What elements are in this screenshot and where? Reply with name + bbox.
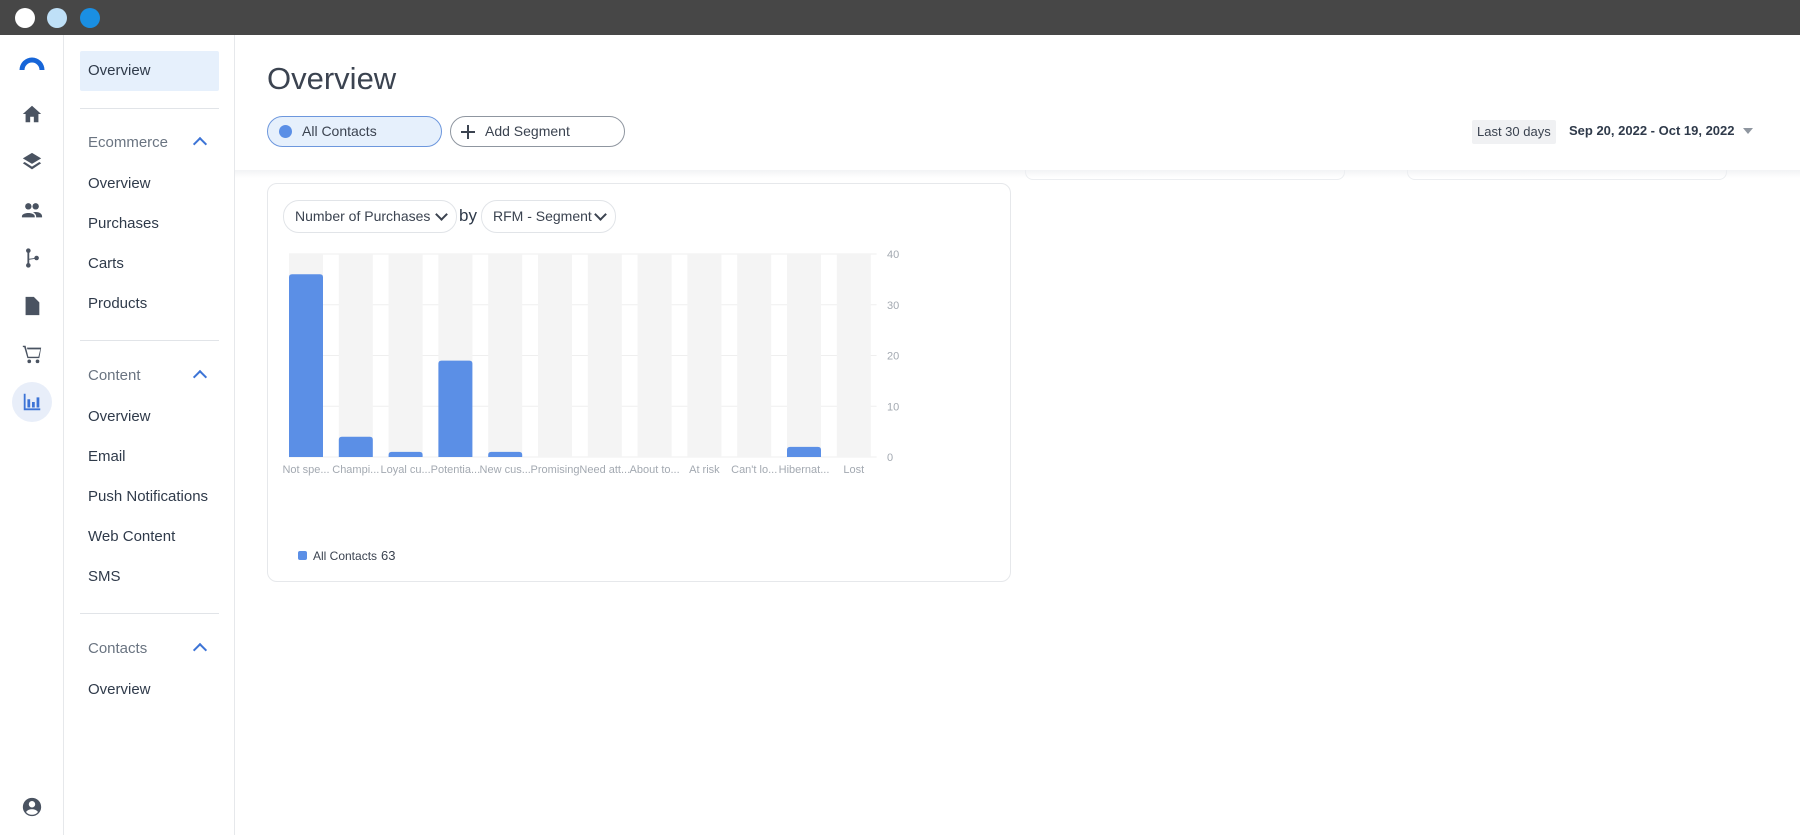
chart-card: Number of Purchases by RFM - Segment Not… (267, 183, 1011, 582)
bar-track (836, 254, 871, 457)
bar (388, 451, 423, 457)
x-tick-label: Lost (843, 464, 864, 476)
bar-track (687, 254, 722, 457)
x-tick-label: Can't lo... (731, 464, 777, 476)
bar (787, 446, 821, 457)
nav-section-ecommerce[interactable]: Ecommerce (80, 128, 219, 158)
add-segment-button[interactable]: Add Segment (450, 116, 625, 147)
y-tick-label: 30 (887, 300, 899, 312)
y-tick-label: 10 (887, 401, 899, 413)
nav-content-overview[interactable]: Overview (80, 397, 219, 437)
legend-label: All Contacts (313, 549, 378, 563)
x-tick-label: About to... (630, 464, 680, 476)
x-tick-label: Hibernat... (779, 464, 830, 476)
x-tick-label: Potentia... (431, 464, 481, 476)
nav-content-push-notifications[interactable]: Push Notifications (80, 477, 219, 517)
bar-track (587, 254, 622, 457)
nav-section-title: Content (88, 367, 141, 384)
x-tick-label: New cus... (480, 464, 531, 476)
nav-divider (80, 340, 219, 341)
nav-content-web-content[interactable]: Web Content (80, 517, 219, 557)
nav-ecommerce-products[interactable]: Products (80, 284, 219, 324)
segment-label: All Contacts (302, 123, 377, 139)
people-icon[interactable] (12, 190, 52, 230)
main-content: Overview All Contacts Add Segment Last 3… (235, 35, 1800, 835)
caret-down-icon[interactable] (1743, 128, 1753, 134)
nav-section-title: Ecommerce (88, 134, 169, 151)
date-range-preset[interactable]: Last 30 days (1472, 120, 1556, 144)
layers-icon[interactable] (12, 142, 52, 182)
bar-track (538, 254, 572, 457)
card-edge (1025, 170, 1345, 180)
x-tick-label: Need att... (579, 464, 630, 476)
segment-all-contacts[interactable]: All Contacts (267, 116, 442, 147)
window-close-dot[interactable] (15, 8, 35, 28)
flow-icon[interactable] (12, 238, 52, 278)
bar (338, 436, 373, 457)
chevron-up-icon (192, 369, 208, 385)
nav-contacts-overview[interactable]: Overview (80, 670, 219, 710)
bar (488, 451, 523, 457)
legend-total: 63 (381, 548, 396, 563)
nav-ecommerce-overview[interactable]: Overview (80, 164, 219, 204)
bar-track (388, 254, 423, 457)
bar-track (488, 254, 523, 457)
bar-track (737, 254, 772, 457)
legend-swatch (298, 551, 307, 560)
window-minimize-dot[interactable] (47, 8, 67, 28)
segment-color-dot (279, 125, 292, 138)
bar-track (787, 254, 821, 457)
y-tick-label: 40 (887, 249, 899, 261)
cart-icon[interactable] (12, 334, 52, 374)
icon-rail (0, 35, 64, 835)
chart-legend[interactable]: All Contacts 63 (298, 548, 396, 563)
home-icon[interactable] (12, 94, 52, 134)
nav-ecommerce-carts[interactable]: Carts (80, 244, 219, 284)
plus-icon (461, 125, 475, 139)
y-tick-label: 0 (887, 452, 893, 464)
nav-content-email[interactable]: Email (80, 437, 219, 477)
chart-icon[interactable] (12, 382, 52, 422)
document-icon[interactable] (12, 286, 52, 326)
x-tick-label: At risk (689, 464, 720, 476)
card-edge (1407, 170, 1727, 180)
bar (289, 274, 323, 457)
x-tick-label: Champi... (332, 464, 379, 476)
bar-track (338, 254, 373, 457)
bar-chart: Not spe... Champi... Loyal cu... Potentia..… (282, 249, 899, 476)
nav-divider (80, 108, 219, 109)
chevron-up-icon (192, 136, 208, 152)
page-title: Overview (267, 61, 397, 96)
chevron-up-icon (192, 642, 208, 658)
window-maximize-dot[interactable] (80, 8, 100, 28)
nav-section-content[interactable]: Content (80, 361, 219, 391)
x-tick-label: Promising (531, 464, 580, 476)
secondary-nav: Overview Ecommerce Overview Purchases Ca… (64, 35, 235, 835)
window-titlebar (0, 0, 1800, 35)
account-icon[interactable] (12, 787, 52, 827)
nav-divider (80, 613, 219, 614)
bar (438, 360, 473, 457)
y-tick-label: 20 (887, 351, 899, 363)
nav-content-sms[interactable]: SMS (80, 557, 219, 597)
nav-section-contacts[interactable]: Contacts (80, 634, 219, 664)
bar-track (637, 254, 672, 457)
logo-icon[interactable] (12, 45, 52, 85)
date-range-value[interactable]: Sep 20, 2022 - Oct 19, 2022 (1569, 123, 1735, 138)
nav-ecommerce-purchases[interactable]: Purchases (80, 204, 219, 244)
add-segment-label: Add Segment (485, 123, 570, 139)
nav-overview[interactable]: Overview (80, 51, 219, 91)
x-tick-label: Loyal cu... (381, 464, 431, 476)
nav-section-title: Contacts (88, 640, 148, 657)
x-tick-label: Not spe... (282, 464, 329, 476)
